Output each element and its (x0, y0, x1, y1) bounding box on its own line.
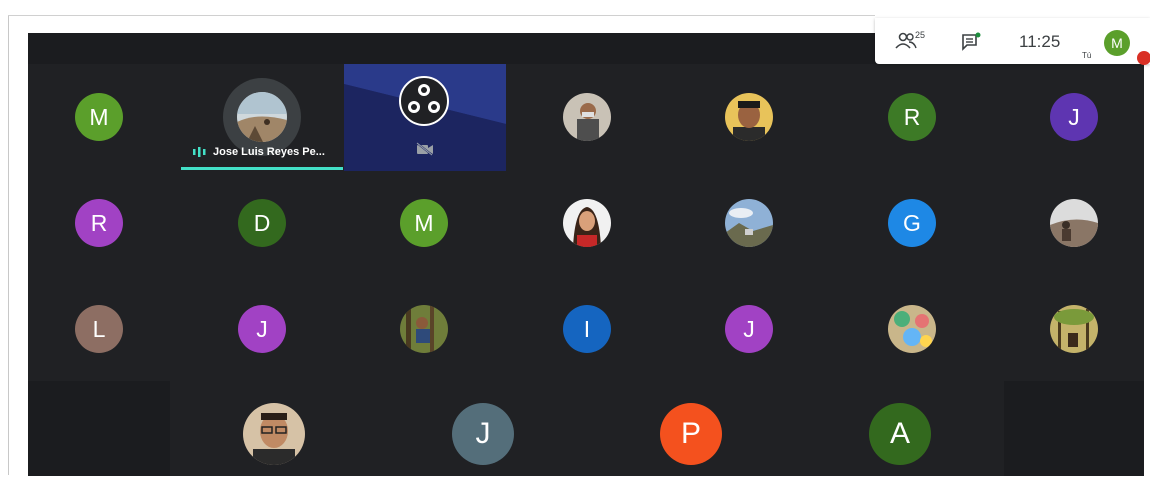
participant-avatar-j[interactable]: J (1050, 93, 1098, 141)
avatar-initial: R (903, 103, 921, 130)
participant-avatar-photo[interactable] (243, 403, 305, 465)
speaking-participant-name: Jose Luis Reyes Pe... (193, 146, 325, 158)
participant-avatar-m[interactable]: M (400, 199, 448, 247)
photo-landscape-icon (725, 199, 773, 247)
participant-avatar-j[interactable]: J (452, 403, 514, 465)
participant-avatar-d[interactable]: D (238, 199, 286, 247)
participant-avatar-l[interactable]: L (75, 305, 123, 353)
avatar-initial: A (889, 417, 910, 450)
people-button[interactable]: 25 (895, 30, 929, 54)
screenshot-canvas: M Jose Luis Reyes Pe... R J R D M G L J … (0, 0, 1150, 486)
participant-avatar-j[interactable]: J (725, 305, 773, 353)
chat-button[interactable] (961, 32, 983, 54)
notification-badge-icon (1137, 51, 1150, 65)
photo-trees-icon (1050, 305, 1098, 353)
participant-avatar-photo[interactable] (725, 199, 773, 247)
window-border-left (8, 15, 9, 475)
avatar-initial: L (92, 315, 106, 342)
avatar-initial: J (256, 315, 268, 342)
participant-avatar-r[interactable]: R (888, 93, 936, 141)
photo-woman-icon (563, 199, 611, 247)
avatar-initial: J (475, 417, 491, 450)
meeting-clock: 11:25 (1019, 32, 1061, 51)
participant-avatar-j[interactable]: J (238, 305, 286, 353)
avatar-initial: I (583, 315, 591, 342)
participant-avatar-g[interactable]: G (888, 199, 936, 247)
self-label: Tú (1082, 51, 1092, 60)
meeting-info-bar: 25 11:25 Tú M (875, 18, 1150, 65)
participant-avatar-photo[interactable] (400, 305, 448, 353)
participant-avatar-i[interactable]: I (563, 305, 611, 353)
avatar-initial: J (743, 315, 755, 342)
avatar-initial: P (680, 417, 701, 450)
people-icon (895, 32, 917, 49)
speaking-avatar-photo (237, 92, 287, 142)
empty-tile-left (28, 381, 170, 476)
participant-count: 25 (915, 30, 926, 40)
avatar-initial: M (89, 103, 109, 130)
avatar-initial: M (414, 209, 434, 236)
participant-avatar-p[interactable]: P (660, 403, 722, 465)
photo-man-smiling-icon (725, 93, 773, 141)
photo-beach-icon (237, 92, 287, 142)
obs-screen-tile[interactable] (344, 64, 506, 171)
participant-avatar-photo[interactable] (888, 305, 936, 353)
self-avatar[interactable]: M (1104, 30, 1130, 56)
top-strip (28, 33, 876, 64)
photo-mountain-icon (1050, 199, 1098, 247)
participant-avatar-photo[interactable] (725, 93, 773, 141)
chat-icon (962, 32, 981, 51)
participant-avatar-r[interactable]: R (75, 199, 123, 247)
speaking-participant-tile[interactable]: Jose Luis Reyes Pe... (181, 64, 343, 171)
photo-forest-icon (400, 305, 448, 353)
speaking-indicator-bar (181, 167, 343, 170)
speaking-name-text: Jose Luis Reyes Pe... (213, 146, 325, 158)
camera-off-icon (416, 142, 433, 156)
obs-logo-icon (399, 76, 449, 126)
photo-colorful-icon (888, 305, 936, 353)
participant-avatar-photo[interactable] (563, 199, 611, 247)
empty-tile-right (1004, 381, 1144, 476)
avatar-initial: D (253, 209, 271, 236)
participant-avatar-photo[interactable] (1050, 305, 1098, 353)
participant-avatar-a[interactable]: A (869, 403, 931, 465)
photo-person-mask-icon (563, 93, 611, 141)
meeting-grid: M Jose Luis Reyes Pe... R J R D M G L J … (28, 33, 1144, 476)
participant-avatar-photo[interactable] (563, 93, 611, 141)
window-border-top (8, 15, 875, 16)
self-avatar-initial: M (1111, 35, 1123, 51)
avatar-initial: G (903, 209, 921, 236)
photo-man-glasses-icon (243, 403, 305, 465)
avatar-initial: R (90, 209, 108, 236)
audio-level-icon (193, 147, 206, 157)
avatar-initial: J (1068, 103, 1080, 130)
participant-avatar-photo[interactable] (1050, 199, 1098, 247)
participant-avatar-m[interactable]: M (75, 93, 123, 141)
